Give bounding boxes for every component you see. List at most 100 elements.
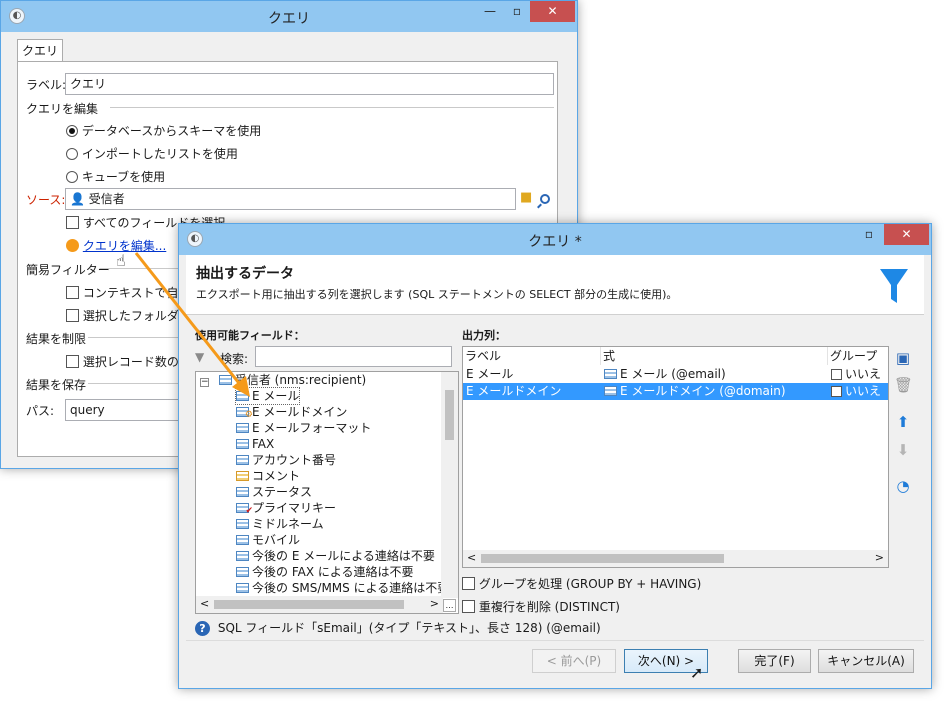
collapse-icon[interactable]: − xyxy=(200,378,209,387)
scroll-thumb[interactable] xyxy=(214,600,404,609)
field-icon xyxy=(604,386,617,396)
tree-item[interactable]: FAX xyxy=(236,436,274,452)
tree-item[interactable]: ✔ プライマリキー xyxy=(236,500,336,516)
tree-vertical-scrollbar[interactable] xyxy=(441,372,458,598)
column-label-header[interactable]: ラベル xyxy=(463,347,601,365)
distinct-label: 重複行を削除 (DISTINCT) xyxy=(478,600,620,614)
scroll-right-icon[interactable]: > xyxy=(430,597,439,610)
tree-root-row[interactable]: − 受信者 (nms:recipient) xyxy=(200,372,366,388)
status-text: SQL フィールド「sEmail」(タイプ「テキスト」、長さ 128) (@em… xyxy=(217,621,601,635)
tree-item-label: コメント xyxy=(252,469,301,483)
radio-cube[interactable]: キューブを使用 xyxy=(66,168,165,185)
field-icon xyxy=(236,471,249,481)
scroll-left-icon[interactable]: < xyxy=(467,551,476,564)
folder-icon[interactable]: ■ xyxy=(520,190,532,205)
move-up-icon[interactable]: ⬆ xyxy=(894,413,912,431)
radio-imported-list[interactable]: インポートしたリストを使用 xyxy=(66,145,238,162)
grid-horizontal-scrollbar[interactable]: < > xyxy=(463,550,888,567)
checkbox-icon[interactable] xyxy=(831,369,842,380)
distinct-checkbox[interactable]: 重複行を削除 (DISTINCT) xyxy=(462,598,620,615)
table-row[interactable]: E メールドメイン E メールドメイン (@domain) いいえ xyxy=(463,383,888,400)
content-area: 抽出するデータ エクスポート用に抽出する列を選択します (SQL ステートメント… xyxy=(186,255,924,683)
field-icon xyxy=(236,583,249,593)
source-field[interactable]: 👤 受信者 xyxy=(65,188,516,210)
tree-item[interactable]: 今後の SMS/MMS による連絡は不要 xyxy=(236,580,449,596)
label-caption: ラベル: xyxy=(26,78,67,92)
available-fields-tree[interactable]: − 受信者 (nms:recipient) E メール ⚙ E メールドメイン E メ… xyxy=(195,371,459,614)
title-bar[interactable]: ◐ クエリ * ▫ ✕ xyxy=(179,224,931,255)
expression-text: E メール (@email) xyxy=(620,367,726,381)
checkbox-icon[interactable] xyxy=(831,386,842,397)
minimize-button[interactable]: — xyxy=(477,1,503,22)
maximize-button[interactable]: ▫ xyxy=(856,224,882,245)
tree-item[interactable]: アカウント番号 xyxy=(236,452,336,468)
finish-button[interactable]: 完了(F) xyxy=(738,649,811,673)
maximize-button[interactable]: ▫ xyxy=(504,1,530,22)
query-window-front: ◐ クエリ * ▫ ✕ 抽出するデータ エクスポート用に抽出する列を選択します … xyxy=(178,223,932,689)
add-column-icon[interactable]: ▣ xyxy=(894,349,912,367)
label-field[interactable]: クエリ xyxy=(65,73,554,95)
cell-group[interactable]: いいえ xyxy=(828,366,888,383)
edit-query-section: クエリを編集 xyxy=(26,102,99,116)
tree-item[interactable]: E メール xyxy=(234,387,301,405)
delete-icon[interactable]: 🗑 xyxy=(894,376,913,394)
tree-item[interactable]: ステータス xyxy=(236,484,312,500)
cancel-button[interactable]: キャンセル(A) xyxy=(818,649,914,673)
search-icon[interactable] xyxy=(540,193,550,207)
tab-query[interactable]: クエリ xyxy=(17,39,63,62)
output-columns-caption: 出力列： xyxy=(462,329,506,342)
cell-expression: E メールドメイン (@domain) xyxy=(601,383,828,400)
close-button[interactable]: ✕ xyxy=(884,224,929,245)
radio-cube-label: キューブを使用 xyxy=(81,170,166,184)
tree-item-label: E メール xyxy=(252,389,300,403)
scroll-left-icon[interactable]: < xyxy=(200,597,209,610)
save-section: 結果を保存 xyxy=(26,378,87,392)
title-bar[interactable]: ◐ クエリ — ▫ ✕ xyxy=(1,1,577,32)
group-value: いいえ xyxy=(845,384,882,398)
tree-item[interactable]: 今後の FAX による連絡は不要 xyxy=(236,564,414,580)
field-icon xyxy=(236,567,249,577)
radio-schema-label: データベースからスキーマを使用 xyxy=(81,124,262,138)
tree-item[interactable]: ⚙ E メールドメイン xyxy=(236,404,347,420)
radio-selected-icon xyxy=(66,125,78,137)
tree-item-label: E メールドメイン xyxy=(252,405,348,419)
back-button[interactable]: < 前へ(P) xyxy=(532,649,616,673)
tree-item-label: 今後の E メールによる連絡は不要 xyxy=(252,549,435,563)
header-title: 抽出するデータ xyxy=(196,266,294,282)
tree-item[interactable]: 今後の E メールによる連絡は不要 xyxy=(236,548,435,564)
radio-icon xyxy=(66,148,78,160)
distribution-icon[interactable]: ◔ xyxy=(894,477,912,495)
source-caption: ソース: xyxy=(26,193,66,207)
scroll-right-icon[interactable]: > xyxy=(875,551,884,564)
field-icon xyxy=(236,423,249,433)
column-group-header[interactable]: グループ xyxy=(828,347,888,365)
column-expression-header[interactable]: 式 xyxy=(601,347,828,365)
tree-item[interactable]: モバイル xyxy=(236,532,300,548)
more-icon[interactable]: … xyxy=(443,599,456,612)
recipient-icon: 👤 xyxy=(70,192,85,206)
field-icon xyxy=(236,455,249,465)
output-columns-grid[interactable]: ラベル 式 グループ E メール E メール (@email) いいえ E メールドメ… xyxy=(462,346,889,568)
table-icon xyxy=(218,375,232,385)
tree-horizontal-scrollbar[interactable]: < > xyxy=(196,596,443,613)
field-icon xyxy=(236,391,249,401)
simple-filter-section: 簡易フィルター xyxy=(26,263,110,277)
move-down-icon[interactable]: ⬇ xyxy=(894,441,912,459)
tree-item[interactable]: コメント xyxy=(236,468,300,484)
tree-item[interactable]: ミドルネーム xyxy=(236,516,324,532)
help-icon: ? xyxy=(195,621,210,636)
wizard-header: 抽出するデータ エクスポート用に抽出する列を選択します (SQL ステートメント… xyxy=(186,255,924,315)
tree-item[interactable]: E メールフォーマット xyxy=(236,420,371,436)
group-value: いいえ xyxy=(845,367,882,381)
tree-item-label: モバイル xyxy=(252,533,301,547)
cell-group[interactable]: いいえ xyxy=(828,383,888,400)
scroll-thumb[interactable] xyxy=(481,554,724,563)
tree-item-label: ステータス xyxy=(252,485,313,499)
expression-text: E メールドメイン (@domain) xyxy=(620,384,786,398)
group-by-checkbox[interactable]: グループを処理 (GROUP BY + HAVING) xyxy=(462,575,701,592)
search-field[interactable] xyxy=(255,346,452,367)
close-button[interactable]: ✕ xyxy=(530,1,575,22)
table-row[interactable]: E メール E メール (@email) いいえ xyxy=(463,366,888,383)
radio-schema[interactable]: データベースからスキーマを使用 xyxy=(66,122,261,139)
scroll-thumb[interactable] xyxy=(445,390,454,440)
